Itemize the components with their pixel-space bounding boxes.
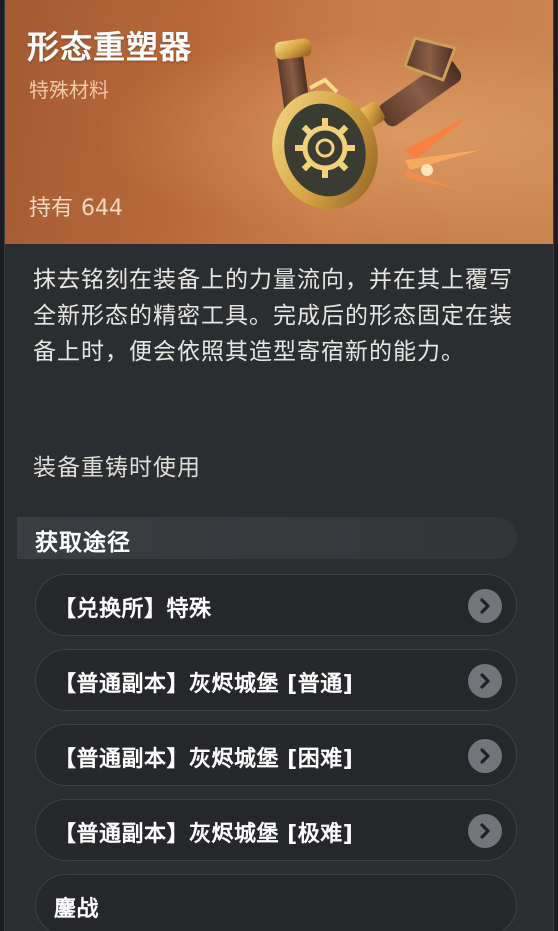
acquire-section-title: 获取途径 [35, 530, 131, 556]
source-label: 【普通副本】灰烬城堡 [极难] [54, 822, 354, 847]
owned-label: 持有 [29, 196, 74, 221]
item-description: 抹去铭刻在装备上的力量流向，并在其上覆写全新形态的精密工具。完成后的形态固定在装… [33, 267, 513, 365]
chevron-right-icon[interactable] [468, 589, 502, 623]
source-row[interactable]: 【普通副本】灰烬城堡 [极难] [35, 799, 517, 861]
chevron-right-icon[interactable] [468, 739, 502, 773]
chevron-right-icon[interactable] [468, 814, 502, 848]
source-label: 【兑换所】特殊 [54, 597, 212, 622]
item-detail-panel: 形态重塑器 特殊材料 持有 644 抹去铭刻在装备上的力量流向，并在其上覆写全新… [4, 0, 554, 931]
owned-number: 644 [81, 196, 124, 221]
acquire-section-header: 获取途径 [17, 517, 517, 559]
item-header: 形态重塑器 特殊材料 持有 644 [5, 0, 553, 244]
item-category: 特殊材料 [29, 78, 109, 102]
owned-count: 持有 644 [29, 190, 123, 222]
source-row[interactable]: 【普通副本】灰烬城堡 [普通] [35, 649, 517, 711]
source-row[interactable]: 鏖战 [35, 874, 517, 931]
source-label: 鏖战 [54, 897, 100, 922]
item-usage: 装备重铸时使用 [33, 455, 201, 481]
source-row[interactable]: 【普通副本】灰烬城堡 [困难] [35, 724, 517, 786]
chevron-right-icon[interactable] [468, 664, 502, 698]
gear-emblem-tool-icon [272, 36, 480, 210]
source-row[interactable]: 【兑换所】特殊 [35, 574, 517, 636]
source-label: 【普通副本】灰烬城堡 [困难] [54, 747, 354, 772]
source-label: 【普通副本】灰烬城堡 [普通] [54, 672, 354, 697]
item-title: 形态重塑器 [27, 28, 193, 66]
